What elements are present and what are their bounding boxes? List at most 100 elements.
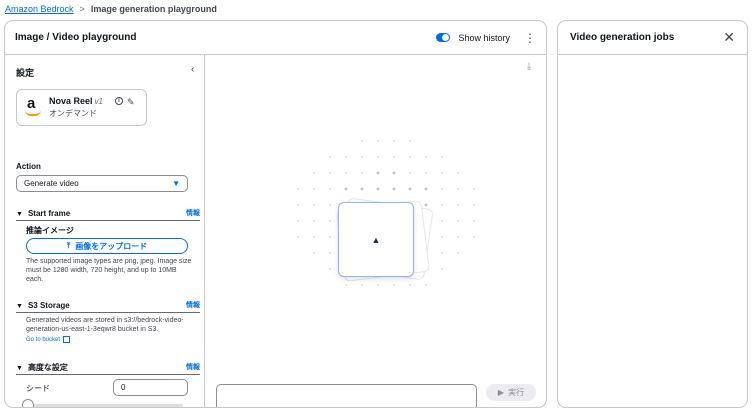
divider bbox=[16, 312, 200, 313]
settings-title: 設定 bbox=[16, 68, 35, 78]
divider bbox=[16, 374, 200, 375]
edit-model-icon[interactable]: ✎ bbox=[127, 97, 135, 108]
expand-triangle-icon: ▼ bbox=[16, 364, 23, 372]
model-info-icon[interactable]: i bbox=[115, 97, 123, 105]
decor-dot bbox=[473, 204, 475, 206]
decor-dot bbox=[329, 252, 331, 254]
decor-dot bbox=[457, 188, 459, 190]
decor-dot bbox=[392, 171, 396, 175]
decor-dot bbox=[313, 204, 315, 206]
advanced-settings-title: 高度な設定 bbox=[27, 362, 68, 372]
prompt-input[interactable] bbox=[216, 384, 477, 407]
start-frame-title: Start frame bbox=[27, 208, 71, 218]
advanced-info-link[interactable]: 情報 bbox=[186, 362, 200, 372]
decor-dot bbox=[329, 188, 331, 190]
decor-dot bbox=[344, 187, 348, 191]
breadcrumb: Amazon Bedrock > Image generation playgr… bbox=[5, 3, 217, 15]
s3-info-link[interactable]: 情報 bbox=[186, 300, 200, 310]
decor-dot bbox=[457, 204, 459, 206]
decor-dot bbox=[409, 172, 411, 174]
decor-dot bbox=[313, 172, 315, 174]
go-to-bucket-link[interactable]: Go to bucket bbox=[26, 336, 71, 343]
decor-dot bbox=[408, 187, 412, 191]
decor-dot bbox=[377, 140, 379, 142]
decor-dot bbox=[424, 187, 428, 191]
decor-dot bbox=[376, 171, 380, 175]
run-label: 実行 bbox=[508, 388, 525, 397]
play-icon: ▶ bbox=[497, 388, 505, 397]
seed-input[interactable]: 0 bbox=[113, 379, 188, 396]
breadcrumb-link-bedrock[interactable]: Amazon Bedrock bbox=[5, 4, 74, 14]
decor-dot bbox=[392, 187, 396, 191]
decor-dot bbox=[441, 268, 443, 270]
decor-dot bbox=[457, 220, 459, 222]
action-label: Action bbox=[16, 162, 41, 171]
video-jobs-panel: Video generation jobs ✕ bbox=[557, 20, 748, 408]
decor-dot bbox=[473, 220, 475, 222]
decor-dot bbox=[441, 172, 443, 174]
playground-panel: Image / Video playground Show history ⋮ … bbox=[4, 20, 547, 408]
decor-dot bbox=[377, 284, 379, 286]
decor-dot bbox=[313, 220, 315, 222]
start-frame-info-link[interactable]: 情報 bbox=[186, 208, 200, 218]
decor-dot bbox=[425, 172, 427, 174]
breadcrumb-current: Image generation playground bbox=[90, 4, 217, 14]
placeholder-card-front: ▲ bbox=[338, 202, 414, 277]
download-icon[interactable]: ⤓ bbox=[527, 61, 531, 72]
seed-slider-track[interactable] bbox=[27, 404, 183, 407]
decor-dot bbox=[425, 156, 427, 158]
seed-slider-handle[interactable] bbox=[22, 399, 34, 407]
s3-storage-section-header[interactable]: ▼ S3 Storage 情報 bbox=[16, 299, 200, 311]
playground-title: Image / Video playground bbox=[15, 32, 137, 43]
collapse-sidebar-icon[interactable]: ‹ bbox=[191, 64, 194, 75]
show-history-label: Show history bbox=[458, 32, 510, 43]
more-options-icon[interactable]: ⋮ bbox=[524, 32, 536, 44]
decor-dot bbox=[345, 156, 347, 158]
show-history-toggle[interactable] bbox=[436, 33, 451, 42]
upload-image-button[interactable]: ⤒ 画像をアップロード bbox=[26, 238, 188, 254]
expand-triangle-icon: ▼ bbox=[16, 302, 23, 310]
decor-dot bbox=[345, 284, 347, 286]
decor-dot bbox=[393, 284, 395, 286]
decor-dot bbox=[457, 236, 459, 238]
decor-dot bbox=[297, 188, 299, 190]
decor-dot bbox=[441, 236, 443, 238]
upload-arrow-icon: ⤒ bbox=[66, 241, 71, 250]
advanced-settings-section-header[interactable]: ▼ 高度な設定 情報 bbox=[16, 361, 200, 373]
playground-header: Image / Video playground Show history ⋮ bbox=[5, 21, 546, 55]
decor-dot bbox=[361, 172, 363, 174]
model-mode: オンデマンド bbox=[49, 109, 97, 118]
decor-dot bbox=[441, 252, 443, 254]
external-link-icon bbox=[63, 336, 71, 343]
action-value: Generate video bbox=[24, 179, 79, 188]
decor-dot bbox=[360, 187, 364, 191]
decor-dot bbox=[297, 236, 299, 238]
decor-dot bbox=[329, 236, 331, 238]
header-controls: Show history ⋮ bbox=[436, 32, 536, 44]
video-jobs-header: Video generation jobs ✕ bbox=[558, 21, 747, 55]
divider bbox=[16, 220, 200, 221]
run-button[interactable]: ▶ 実行 bbox=[486, 384, 536, 401]
close-icon[interactable]: ✕ bbox=[723, 29, 735, 46]
generation-canvas: ⤓ ▲ ▶ 実行 bbox=[205, 55, 546, 407]
decor-dot bbox=[393, 140, 395, 142]
decor-dot bbox=[329, 268, 331, 270]
action-select[interactable]: Generate video ▼ bbox=[16, 175, 188, 192]
decor-dot bbox=[329, 204, 331, 206]
model-version: v1 bbox=[94, 97, 103, 106]
decor-dot bbox=[377, 156, 379, 158]
start-frame-section-header[interactable]: ▼ Start frame 情報 bbox=[16, 207, 200, 219]
decor-dot bbox=[329, 156, 331, 158]
decor-dot bbox=[457, 172, 459, 174]
decor-dot bbox=[297, 204, 299, 206]
s3-description: Generated videos are stored in s3://bedr… bbox=[26, 317, 184, 333]
decor-dot bbox=[409, 284, 411, 286]
decor-dot bbox=[361, 156, 363, 158]
decor-dot bbox=[424, 203, 428, 207]
decor-dot bbox=[441, 220, 443, 222]
decor-dot bbox=[376, 187, 380, 191]
expand-triangle-icon: ▼ bbox=[16, 210, 23, 218]
decor-dot bbox=[409, 140, 411, 142]
model-selector-card[interactable]: a Nova Reel v1 オンデマンド i ✎ bbox=[16, 89, 147, 126]
decor-dot bbox=[313, 188, 315, 190]
